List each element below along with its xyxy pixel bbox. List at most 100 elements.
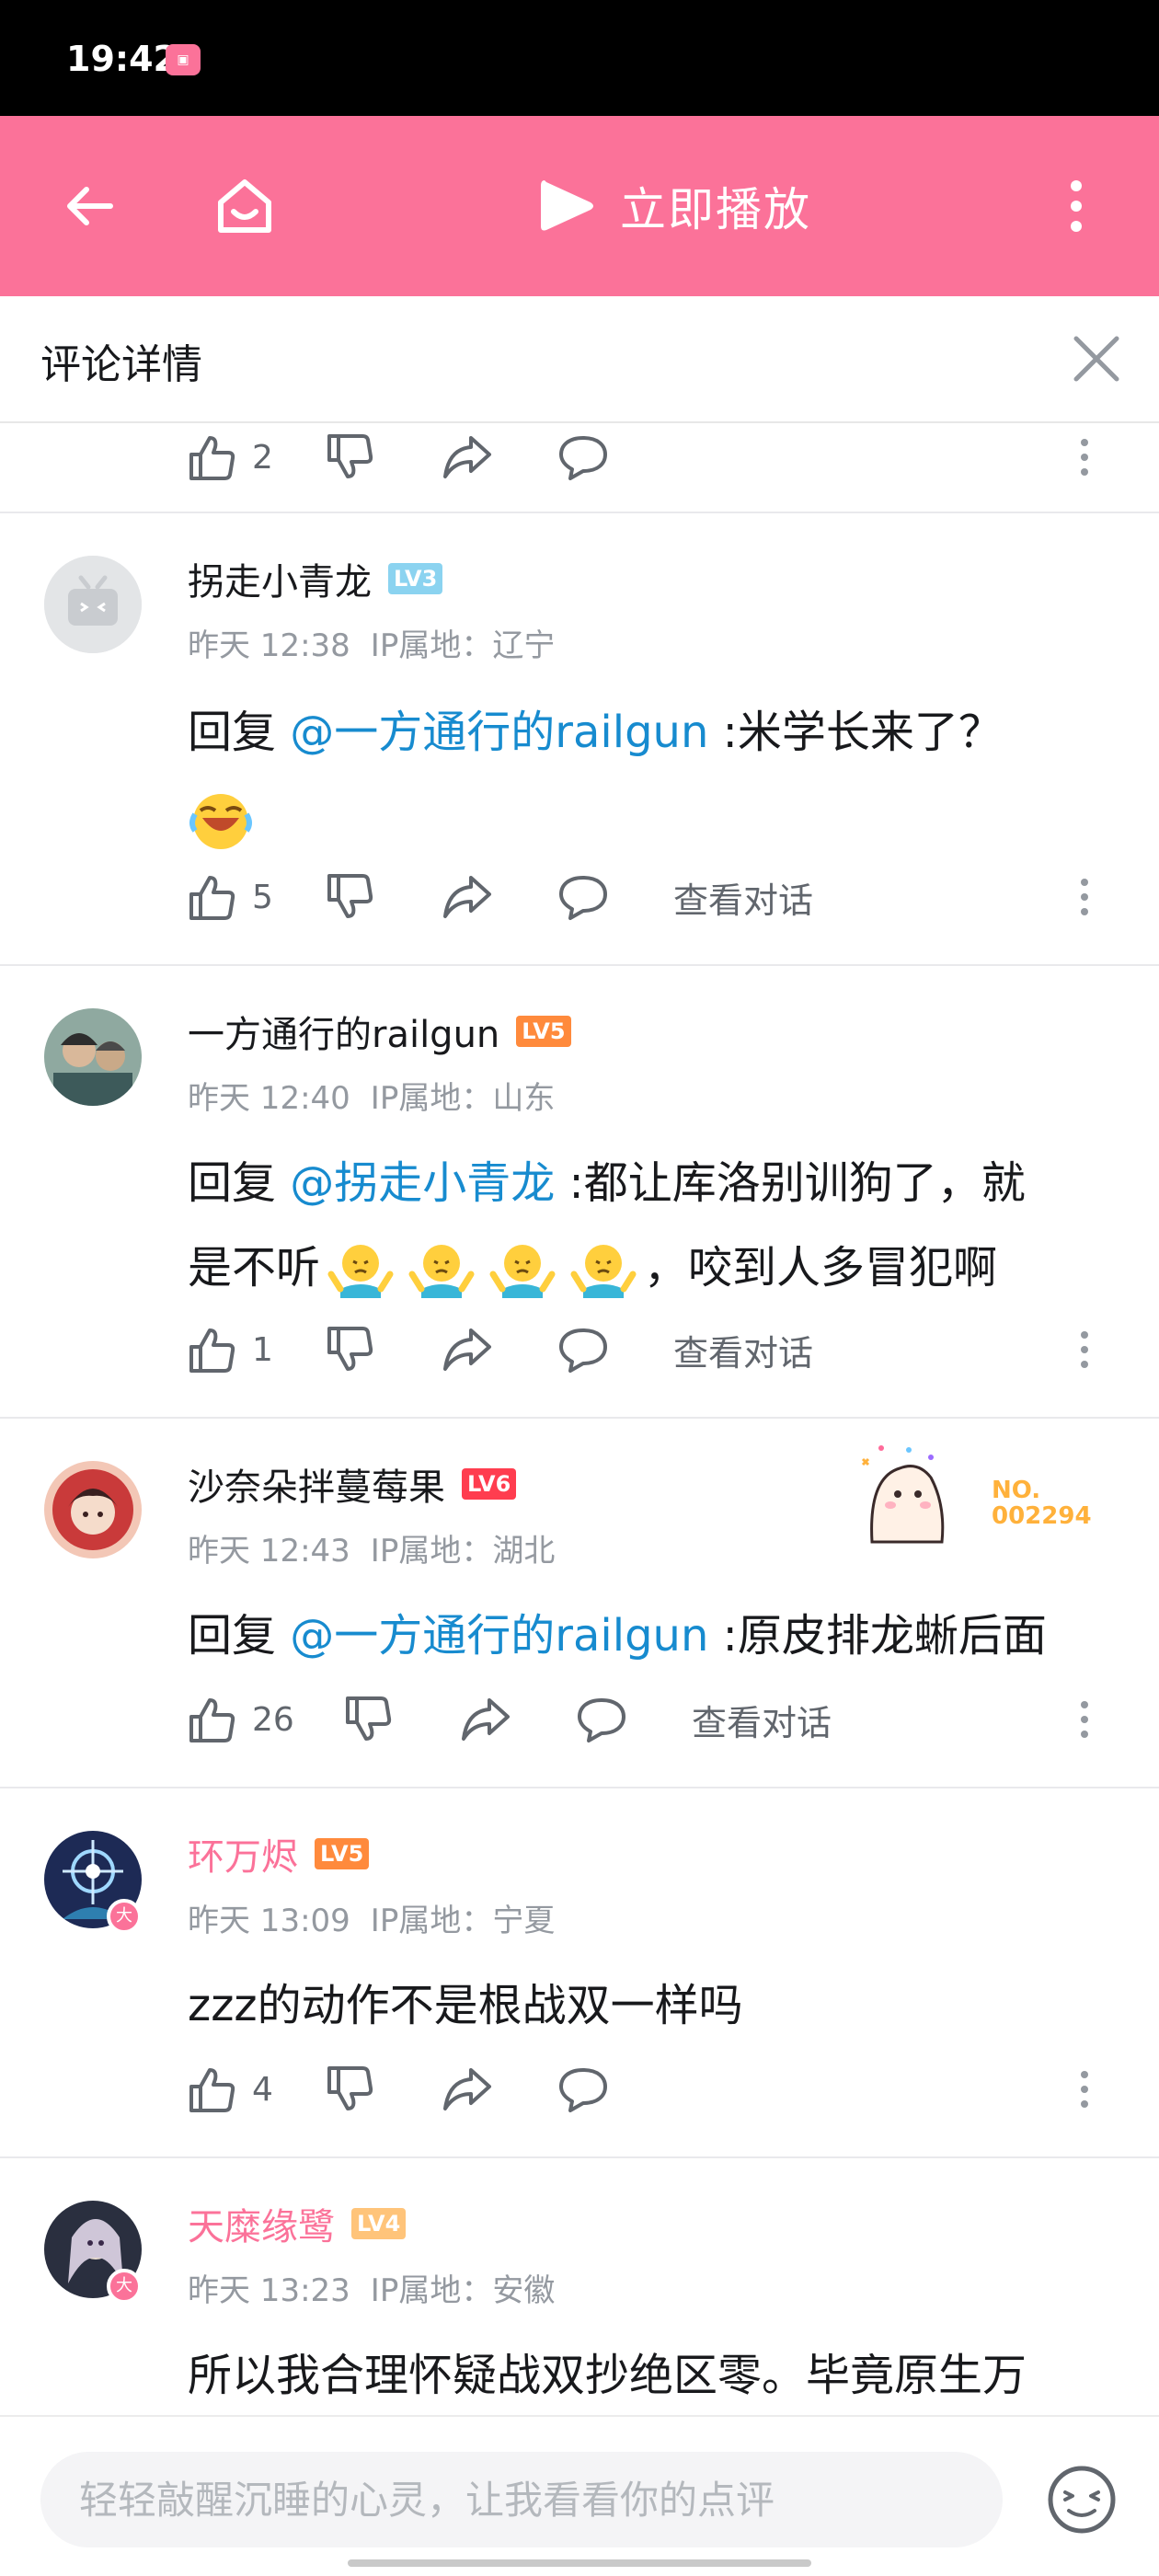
dislike-button[interactable] [344, 1695, 460, 1744]
thumbs-down-icon [327, 434, 373, 478]
username[interactable]: 天糜缘鹭 [188, 2197, 335, 2250]
more-vertical-icon[interactable] [1080, 878, 1089, 916]
thumbs-down-icon [327, 2066, 373, 2110]
more-vertical-icon[interactable] [1080, 1330, 1089, 1369]
username[interactable]: 拐走小青龙 [188, 552, 372, 605]
comment-text[interactable]: 回复 @一方通行的railgun :米学长来了？ [188, 690, 1117, 859]
share-button[interactable] [460, 1695, 576, 1744]
shrug-emoji-icon [570, 1237, 637, 1304]
bilibili-notification-icon: ▣ [166, 44, 201, 75]
mention-link[interactable]: @拐走小青龙 [290, 1157, 555, 1209]
more-vertical-icon[interactable] [1080, 438, 1089, 477]
mention-link[interactable]: @一方通行的railgun [290, 1610, 708, 1662]
user-avatar-image [44, 1461, 142, 1558]
like-count: 5 [252, 878, 273, 916]
level-badge: LV4 [351, 2208, 407, 2239]
comment-bubble-icon [559, 436, 607, 480]
play-icon [541, 180, 593, 231]
view-conversation-link[interactable]: 查看对话 [692, 1695, 832, 1745]
divider [0, 964, 1159, 966]
level-badge: LV5 [516, 1016, 571, 1047]
thumbs-up-icon [189, 1328, 235, 1373]
divider [0, 1417, 1159, 1419]
dislike-button[interactable] [326, 2064, 442, 2114]
like-button[interactable]: 5 [188, 872, 326, 922]
dislike-button[interactable] [326, 432, 442, 482]
share-button[interactable] [442, 2064, 557, 2114]
reply-button[interactable] [557, 432, 673, 482]
share-icon [443, 876, 491, 918]
thumbs-up-icon [189, 436, 235, 480]
thumbs-down-icon [346, 1696, 392, 1741]
shrug-emoji-icon [408, 1237, 475, 1304]
comment-meta: 昨天 12:40 IP属地：山东 [188, 1073, 555, 1118]
play-now-label: 立即播放 [620, 183, 811, 236]
dislike-button[interactable] [326, 1325, 442, 1374]
comment-text[interactable]: zzz的动作不是根战双一样吗 [188, 1963, 1117, 2048]
username[interactable]: 环万烬 [188, 1827, 298, 1880]
decoration-no-value: 002294 [992, 1502, 1092, 1530]
more-vertical-icon[interactable] [1080, 1700, 1089, 1739]
more-vertical-icon[interactable] [1080, 2070, 1089, 2109]
comment-body: 所以我合理怀疑战双抄绝区零。毕竟原生万 [188, 2350, 1027, 2401]
reply-button[interactable] [557, 872, 673, 922]
dislike-button[interactable] [326, 872, 442, 922]
comment-text[interactable]: 所以我合理怀疑战双抄绝区零。毕竟原生万 [188, 2333, 1117, 2415]
like-count: 26 [252, 1700, 294, 1739]
share-button[interactable] [442, 432, 557, 482]
decoration-number: NO. 002294 [992, 1478, 1092, 1529]
reply-prefix: 回复 [188, 1157, 291, 1209]
reply-button[interactable] [557, 1325, 673, 1374]
comment-actions: 5 查看对话 [188, 865, 1144, 929]
username-row: 拐走小青龙 LV3 [188, 552, 443, 605]
thumbs-up-icon [189, 1698, 235, 1742]
like-button[interactable]: 4 [188, 2064, 326, 2114]
comment-input[interactable] [40, 2452, 1003, 2547]
comment-text[interactable]: 回复 @拐走小青龙 :都让库洛别训狗了，就 是不听 ，咬到人多冒犯啊 [188, 1141, 1117, 1310]
comment-bubble-icon [559, 2068, 607, 2112]
comment-body-line1: :都让库洛别训狗了，就 [555, 1157, 1026, 1209]
username[interactable]: 沙奈朵拌蔓莓果 [188, 1457, 445, 1511]
comment-input-bar [0, 2415, 1159, 2576]
comment-actions: 1 查看对话 [188, 1317, 1144, 1382]
avatar[interactable] [44, 1461, 142, 1558]
mention-link[interactable]: @一方通行的railgun [290, 707, 708, 758]
view-conversation-link[interactable]: 查看对话 [673, 872, 813, 923]
emoji-picker-icon[interactable] [1045, 2463, 1119, 2536]
like-count: 2 [252, 438, 273, 477]
like-count: 1 [252, 1330, 273, 1369]
close-button[interactable] [1061, 324, 1131, 394]
comment-time: 昨天 12:40 [188, 1080, 350, 1117]
username-row: 沙奈朵拌蔓莓果 LV6 [188, 1457, 517, 1511]
share-button[interactable] [442, 1325, 557, 1374]
comment-list[interactable]: 2 拐走小青龙 LV3 昨天 12:38 IP属地：辽宁 回复 @一方通行的rai… [0, 423, 1159, 2415]
like-button[interactable]: 1 [188, 1325, 326, 1374]
avatar[interactable] [44, 1008, 142, 1106]
view-conversation-link[interactable]: 查看对话 [673, 1325, 813, 1375]
avatar[interactable] [44, 556, 142, 653]
thumbs-down-icon [327, 1327, 373, 1371]
like-count: 4 [252, 2070, 273, 2109]
play-now-button[interactable]: 立即播放 [534, 169, 811, 243]
reply-button[interactable] [576, 1695, 692, 1744]
comment-text[interactable]: 回复 @一方通行的railgun :原皮排龙蜥后面 [188, 1593, 1117, 1678]
username[interactable]: 一方通行的railgun [188, 1005, 499, 1058]
comment-body-line2a: 是不听 [188, 1242, 321, 1294]
home-button[interactable] [199, 160, 291, 252]
like-button[interactable]: 2 [188, 432, 326, 482]
top-bar: 立即播放 [0, 116, 1159, 296]
more-options-button[interactable] [1030, 160, 1122, 252]
comment-detail-header: 评论详情 [0, 296, 1159, 423]
reply-prefix: 回复 [188, 1610, 291, 1662]
thumbs-down-icon [327, 874, 373, 918]
reply-button[interactable] [557, 2064, 673, 2114]
ip-location: IP属地：辽宁 [370, 627, 556, 664]
share-icon [462, 1698, 510, 1741]
share-button[interactable] [442, 872, 557, 922]
level-badge: LV3 [388, 563, 443, 594]
back-button[interactable] [44, 160, 136, 252]
decoration-no-label: NO. [992, 1477, 1041, 1504]
like-button[interactable]: 26 [188, 1695, 344, 1744]
default-tv-avatar-icon [44, 556, 142, 653]
comment-meta: 昨天 12:38 IP属地：辽宁 [188, 620, 555, 665]
